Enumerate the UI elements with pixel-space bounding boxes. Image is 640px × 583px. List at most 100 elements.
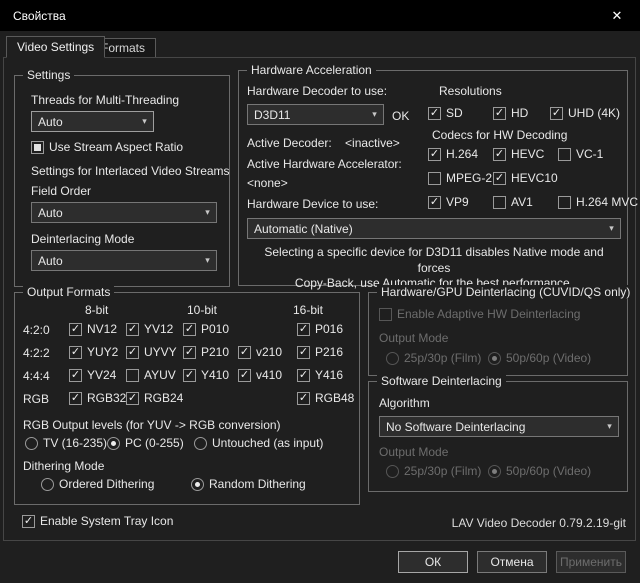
radio-label: Ordered Dithering xyxy=(59,477,154,491)
radio-label: 25p/30p (Film) xyxy=(404,351,481,365)
format-yv24-checkbox[interactable]: YV24 xyxy=(69,368,116,382)
checkbox-label: Use Stream Aspect Ratio xyxy=(49,140,183,154)
format-uyvy-checkbox[interactable]: UYVY xyxy=(126,345,177,359)
radio-label: 50p/60p (Video) xyxy=(506,464,591,478)
hw-decoder-dropdown-value: D3D11 xyxy=(248,108,366,122)
hw-decoder-dropdown[interactable]: D3D11 ▾ xyxy=(247,104,384,125)
active-accelerator-label: Active Hardware Accelerator: xyxy=(247,157,402,171)
checkbox-box xyxy=(297,369,310,382)
codec-hevc10-checkbox[interactable]: HEVC10 xyxy=(493,171,558,185)
deinterlacing-mode-dropdown-value: Auto xyxy=(32,254,199,268)
resolution-uhd-checkbox[interactable]: UHD (4K) xyxy=(550,106,620,120)
deinterlacing-mode-label: Deinterlacing Mode xyxy=(31,232,134,246)
format-yv12-checkbox[interactable]: YV12 xyxy=(126,322,173,336)
hw-deinterlacing-group-title: Hardware/GPU Deinterlacing (CUVID/QS onl… xyxy=(377,285,634,299)
codec-vp9-checkbox[interactable]: VP9 xyxy=(428,195,469,209)
checkbox-box xyxy=(126,369,139,382)
tab-label: Formats xyxy=(101,41,145,55)
checkbox-label: NV12 xyxy=(87,322,117,336)
format-ayuv-checkbox[interactable]: AYUV xyxy=(126,368,176,382)
checkbox-box xyxy=(126,346,139,359)
checkbox-box xyxy=(238,346,251,359)
format-nv12-checkbox[interactable]: NV12 xyxy=(69,322,117,336)
checkbox-box xyxy=(297,346,310,359)
resolution-sd-checkbox[interactable]: SD xyxy=(428,106,463,120)
format-v410-checkbox[interactable]: v410 xyxy=(238,368,282,382)
algorithm-label: Algorithm xyxy=(379,396,430,410)
checkbox-label: YV12 xyxy=(144,322,173,336)
hardware-acceleration-group: Hardware Acceleration Hardware Decoder t… xyxy=(238,70,628,286)
rgb-levels-label: RGB Output levels (for YUV -> RGB conver… xyxy=(23,418,281,432)
system-tray-checkbox[interactable]: Enable System Tray Icon xyxy=(22,514,173,528)
hw-deint-video-radio: 50p/60p (Video) xyxy=(488,351,591,365)
checkbox-box xyxy=(550,107,563,120)
checkbox-box xyxy=(183,346,196,359)
chevron-down-icon: ▾ xyxy=(199,255,216,266)
format-p216-checkbox[interactable]: P216 xyxy=(297,345,343,359)
rgb-level-untouched-radio[interactable]: Untouched (as input) xyxy=(194,436,323,450)
checkbox-box xyxy=(297,323,310,336)
dither-random-radio[interactable]: Random Dithering xyxy=(191,477,306,491)
codec-h264mvc-checkbox[interactable]: H.264 MVC xyxy=(558,195,638,209)
format-p210-checkbox[interactable]: P210 xyxy=(183,345,229,359)
format-y410-checkbox[interactable]: Y410 xyxy=(183,368,229,382)
format-rgb24-checkbox[interactable]: RGB24 xyxy=(126,391,183,405)
codec-vc1-checkbox[interactable]: VC-1 xyxy=(558,147,603,161)
hw-device-dropdown[interactable]: Automatic (Native) ▾ xyxy=(247,218,621,239)
radio-circle xyxy=(41,478,54,491)
format-yuy2-checkbox[interactable]: YUY2 xyxy=(69,345,118,359)
hw-decoder-status: OK xyxy=(392,109,409,123)
close-button[interactable]: ✕ xyxy=(594,0,640,31)
cancel-button-label: Отмена xyxy=(490,555,533,569)
format-rgb48-checkbox[interactable]: RGB48 xyxy=(297,391,354,405)
threads-dropdown[interactable]: Auto ▾ xyxy=(31,111,154,132)
codec-h264-checkbox[interactable]: H.264 xyxy=(428,147,478,161)
radio-circle xyxy=(25,437,38,450)
radio-circle xyxy=(191,478,204,491)
column-header-8bit: 8-bit xyxy=(85,303,108,317)
sw-algorithm-dropdown[interactable]: No Software Deinterlacing ▾ xyxy=(379,416,619,437)
codec-mpeg2-checkbox[interactable]: MPEG-2 xyxy=(428,171,492,185)
radio-label: 25p/30p (Film) xyxy=(404,464,481,478)
codec-hevc-checkbox[interactable]: HEVC xyxy=(493,147,544,161)
format-y416-checkbox[interactable]: Y416 xyxy=(297,368,343,382)
threads-label: Threads for Multi-Threading xyxy=(31,93,179,107)
ok-button[interactable]: ОК xyxy=(398,551,468,573)
checkbox-label: UYVY xyxy=(144,345,177,359)
chevron-down-icon: ▾ xyxy=(199,207,216,218)
radio-label: PC (0-255) xyxy=(125,436,184,450)
rgb-level-tv-radio[interactable]: TV (16-235) xyxy=(25,436,107,450)
output-formats-group-title: Output Formats xyxy=(23,285,114,299)
radio-label: TV (16-235) xyxy=(43,436,107,450)
tab-video-settings[interactable]: Video Settings xyxy=(6,36,105,58)
apply-button-label: Применить xyxy=(560,555,622,569)
checkbox-label: VP9 xyxy=(446,195,469,209)
format-p016-checkbox[interactable]: P016 xyxy=(297,322,343,336)
checkbox-label: P216 xyxy=(315,345,343,359)
active-decoder-line: Active Decoder: <inactive> xyxy=(247,136,400,150)
dither-ordered-radio[interactable]: Ordered Dithering xyxy=(41,477,154,491)
column-header-16bit: 16-bit xyxy=(293,303,323,317)
checkbox-box xyxy=(558,148,571,161)
checkbox-label: v410 xyxy=(256,368,282,382)
rgb-level-pc-radio[interactable]: PC (0-255) xyxy=(107,436,184,450)
row-label-422: 4:2:2 xyxy=(23,346,50,360)
field-order-dropdown[interactable]: Auto ▾ xyxy=(31,202,217,223)
format-rgb32-checkbox[interactable]: RGB32 xyxy=(69,391,126,405)
active-decoder-label: Active Decoder: xyxy=(247,136,332,150)
checkbox-box xyxy=(183,369,196,382)
hardware-acceleration-group-title: Hardware Acceleration xyxy=(247,63,376,77)
cancel-button[interactable]: Отмена xyxy=(477,551,547,573)
deinterlacing-mode-dropdown[interactable]: Auto ▾ xyxy=(31,250,217,271)
format-p010-checkbox[interactable]: P010 xyxy=(183,322,229,336)
checkbox-label: HEVC xyxy=(511,147,544,161)
titlebar[interactable]: Свойства ✕ xyxy=(0,0,640,31)
radio-label: Random Dithering xyxy=(209,477,306,491)
output-formats-group: Output Formats 8-bit 10-bit 16-bit 4:2:0… xyxy=(14,292,360,505)
use-stream-aspect-checkbox[interactable]: Use Stream Aspect Ratio xyxy=(31,140,183,154)
radio-circle xyxy=(194,437,207,450)
resolution-hd-checkbox[interactable]: HD xyxy=(493,106,528,120)
resolutions-label: Resolutions xyxy=(439,84,502,98)
format-v210-checkbox[interactable]: v210 xyxy=(238,345,282,359)
codec-av1-checkbox[interactable]: AV1 xyxy=(493,195,533,209)
